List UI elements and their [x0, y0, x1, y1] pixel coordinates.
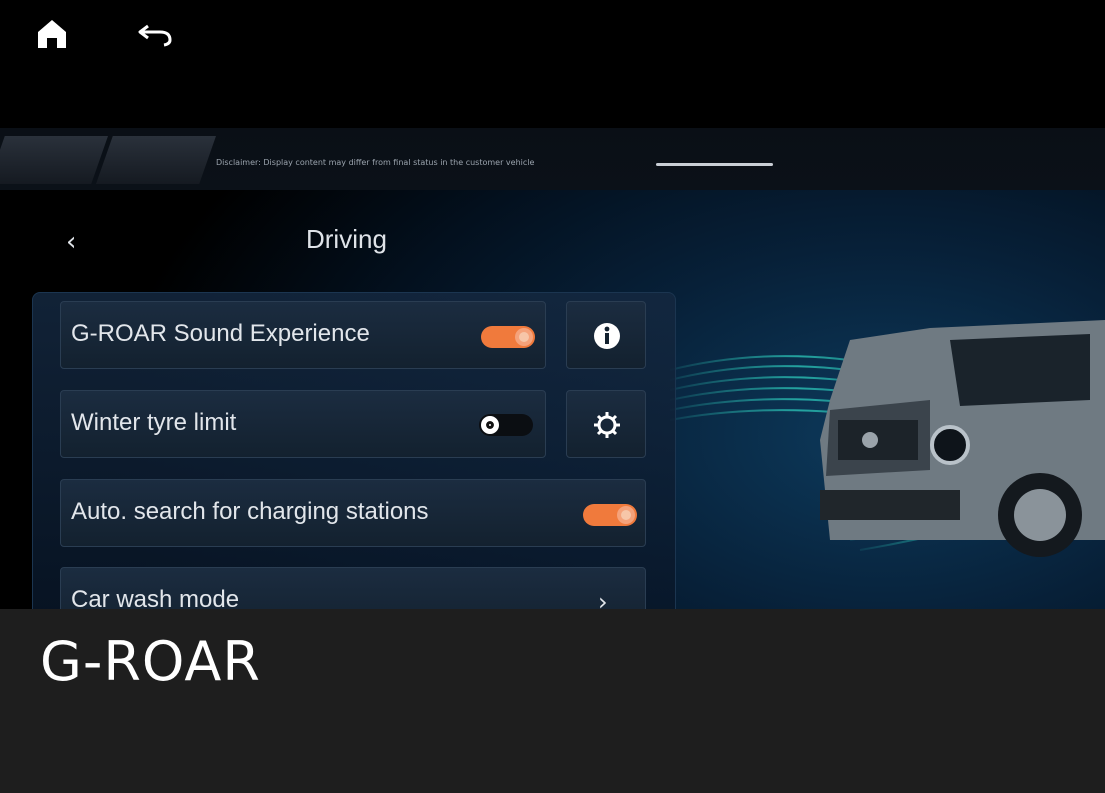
- return-arrow-icon[interactable]: [136, 14, 176, 54]
- charging-search-toggle[interactable]: [583, 504, 637, 526]
- winter-tyre-toggle[interactable]: [479, 414, 533, 436]
- setting-label: Winter tyre limit: [71, 409, 237, 436]
- vehicle-image: [820, 320, 1105, 557]
- setting-label: G-ROAR Sound Experience: [71, 320, 370, 347]
- caption-title: G-ROAR: [40, 630, 261, 693]
- drag-handle[interactable]: [656, 163, 773, 166]
- home-tab[interactable]: [0, 136, 108, 184]
- disclaimer-text: Disclaimer: Display content may differ f…: [216, 158, 535, 167]
- setting-row-charging[interactable]: Auto. search for charging stations: [60, 479, 646, 547]
- groar-toggle[interactable]: [481, 326, 535, 348]
- return-tab[interactable]: [96, 136, 216, 184]
- gear-icon: [594, 412, 620, 438]
- setting-row-winter-tyre[interactable]: Winter tyre limit: [60, 390, 546, 458]
- info-button[interactable]: [566, 301, 646, 369]
- home-icon[interactable]: [32, 14, 72, 54]
- chevron-left-icon[interactable]: ‹: [66, 226, 88, 258]
- info-icon: [594, 323, 620, 349]
- infotainment-screen: Disclaimer: Display content may differ f…: [0, 0, 1105, 793]
- setting-label: Auto. search for charging stations: [71, 498, 429, 525]
- page-title: Driving: [306, 224, 387, 254]
- top-nav-bar: [0, 128, 1105, 190]
- settings-button[interactable]: [566, 390, 646, 458]
- setting-row-groar[interactable]: G-ROAR Sound Experience: [60, 301, 546, 369]
